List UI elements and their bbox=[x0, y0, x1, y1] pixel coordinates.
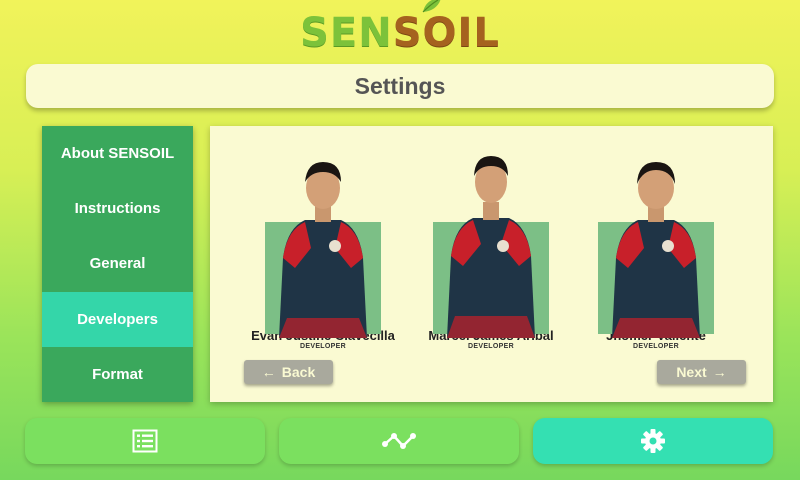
sidebar-item-format[interactable]: Format bbox=[42, 347, 193, 402]
line-chart-icon bbox=[382, 433, 416, 449]
developer-role: DEVELOPER bbox=[300, 343, 346, 350]
settings-sidebar: About SENSOIL Instructions General Devel… bbox=[42, 126, 193, 402]
back-button-label: Back bbox=[281, 364, 316, 380]
sidebar-item-label: Instructions bbox=[74, 200, 161, 218]
arrow-left-icon: ← bbox=[261, 364, 276, 380]
leaf-icon bbox=[422, 0, 441, 13]
list-icon bbox=[132, 429, 158, 453]
sidebar-item-about[interactable]: About SENSOIL bbox=[42, 126, 193, 181]
sidebar-item-label: About SENSOIL bbox=[60, 145, 175, 163]
back-button[interactable]: ← Back bbox=[244, 360, 333, 384]
arrow-right-icon: → bbox=[712, 364, 727, 380]
developers-panel: Evan Justine Clavecilla DEVELOPER Marcel… bbox=[210, 126, 773, 402]
sidebar-item-label: General bbox=[89, 255, 146, 273]
logo-text-sen: SEN bbox=[300, 10, 393, 56]
developer-role: DEVELOPER bbox=[633, 343, 679, 350]
nav-chart-button[interactable] bbox=[279, 418, 519, 464]
next-button[interactable]: Next → bbox=[657, 360, 746, 384]
developer-card: Jhomer Valiente DEVELOPER bbox=[571, 148, 741, 350]
nav-settings-button[interactable] bbox=[533, 418, 773, 464]
gear-icon bbox=[641, 429, 665, 453]
sidebar-item-developers[interactable]: Developers bbox=[42, 291, 193, 347]
developer-card: Evan Justine Clavecilla DEVELOPER bbox=[238, 148, 408, 350]
next-button-label: Next bbox=[676, 364, 707, 380]
developer-photo bbox=[433, 148, 549, 338]
nav-data-button[interactable] bbox=[25, 418, 265, 464]
logo-text-so-label: SO bbox=[392, 10, 458, 56]
sidebar-item-general[interactable]: General bbox=[42, 236, 193, 291]
developer-role: DEVELOPER bbox=[468, 343, 514, 350]
sidebar-item-label: Format bbox=[92, 365, 143, 383]
page-title-bar: Settings bbox=[26, 64, 774, 108]
sidebar-item-instructions[interactable]: Instructions bbox=[42, 181, 193, 236]
page-title: Settings bbox=[354, 72, 446, 99]
sidebar-item-label: Developers bbox=[77, 310, 158, 328]
developer-photo bbox=[265, 148, 381, 338]
developer-photo bbox=[598, 148, 714, 338]
developer-card: Marcel James Aribal DEVELOPER bbox=[406, 148, 576, 350]
logo-text-so: SO bbox=[392, 0, 458, 56]
logo-text-il: IL bbox=[457, 10, 500, 56]
sensoil-logo: SEN SO IL bbox=[0, 0, 800, 58]
